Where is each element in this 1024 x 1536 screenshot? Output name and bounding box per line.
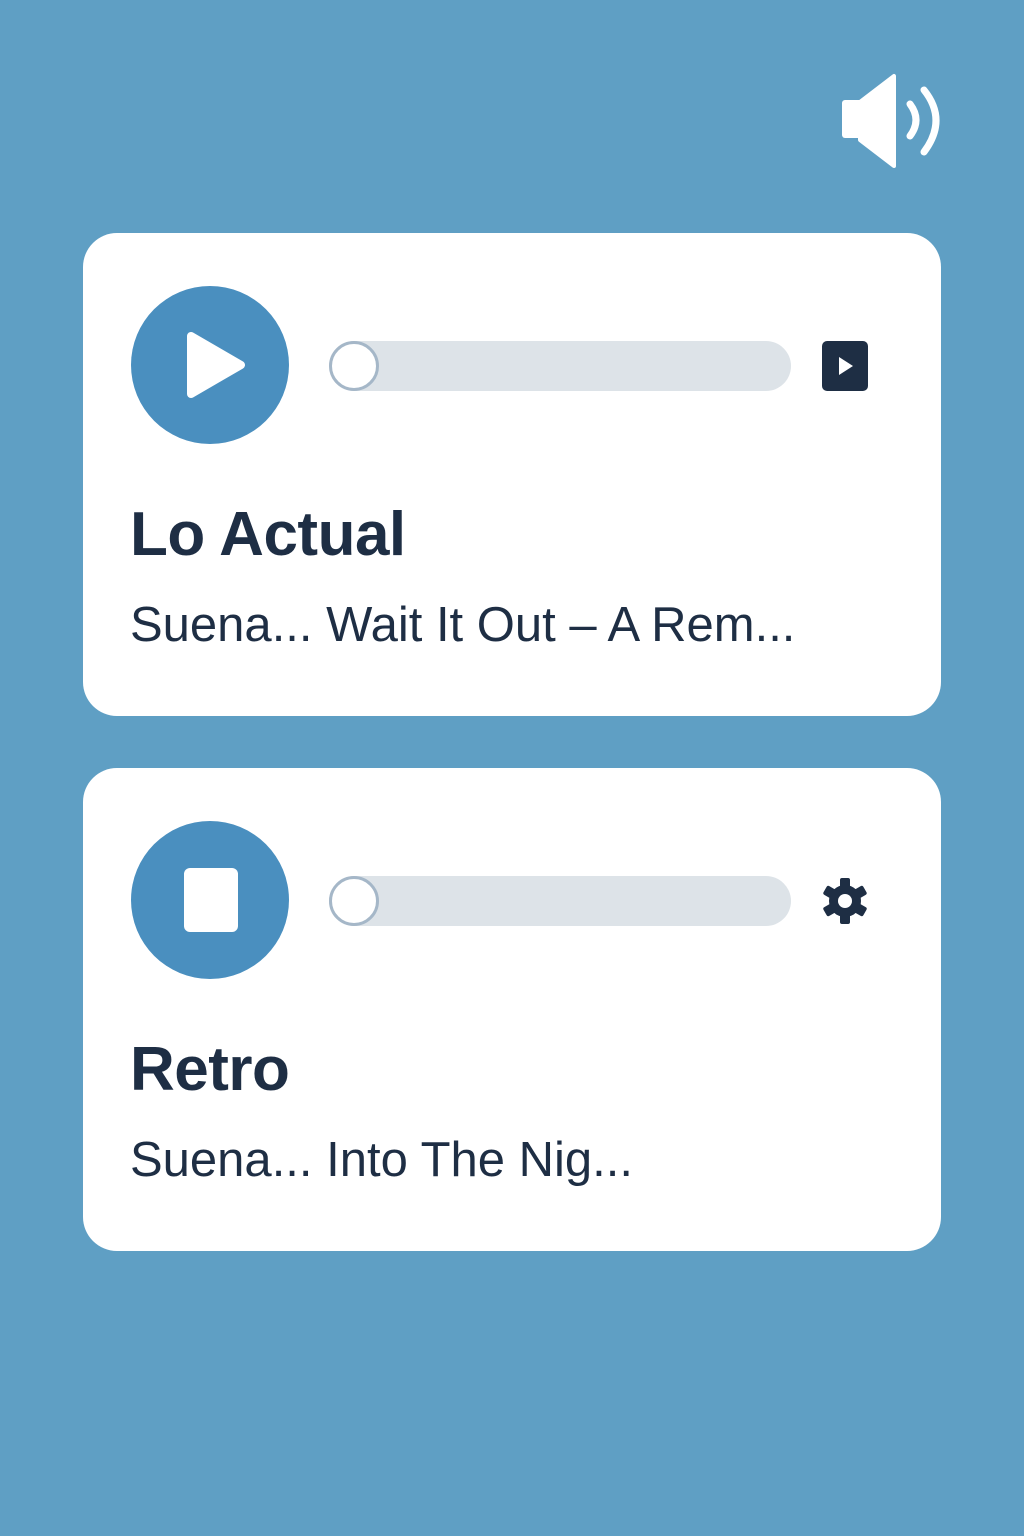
speaker-volume-icon [842, 74, 940, 168]
station-card-lo-actual: Lo Actual Suena... Wait It Out – A Rem..… [83, 233, 941, 716]
settings-button[interactable] [820, 874, 870, 928]
now-playing-text: Suena... Wait It Out – A Rem... [130, 598, 796, 652]
slider-knob[interactable] [329, 876, 379, 926]
progress-slider[interactable] [329, 876, 791, 926]
gear-icon [823, 878, 867, 924]
slider-knob[interactable] [329, 341, 379, 391]
now-playing-text: Suena... Into The Nig... [130, 1133, 634, 1187]
stop-icon [184, 868, 238, 932]
station-card-retro: Retro Suena... Into The Nig... [83, 768, 941, 1251]
play-button[interactable] [131, 286, 289, 444]
play-square-icon [822, 341, 868, 391]
stop-button[interactable] [131, 821, 289, 979]
station-name: Retro [130, 1035, 290, 1104]
progress-slider[interactable] [329, 341, 791, 391]
play-square-button[interactable] [820, 339, 870, 393]
volume-button[interactable] [836, 70, 948, 174]
station-name: Lo Actual [130, 500, 406, 569]
play-icon [187, 332, 245, 398]
